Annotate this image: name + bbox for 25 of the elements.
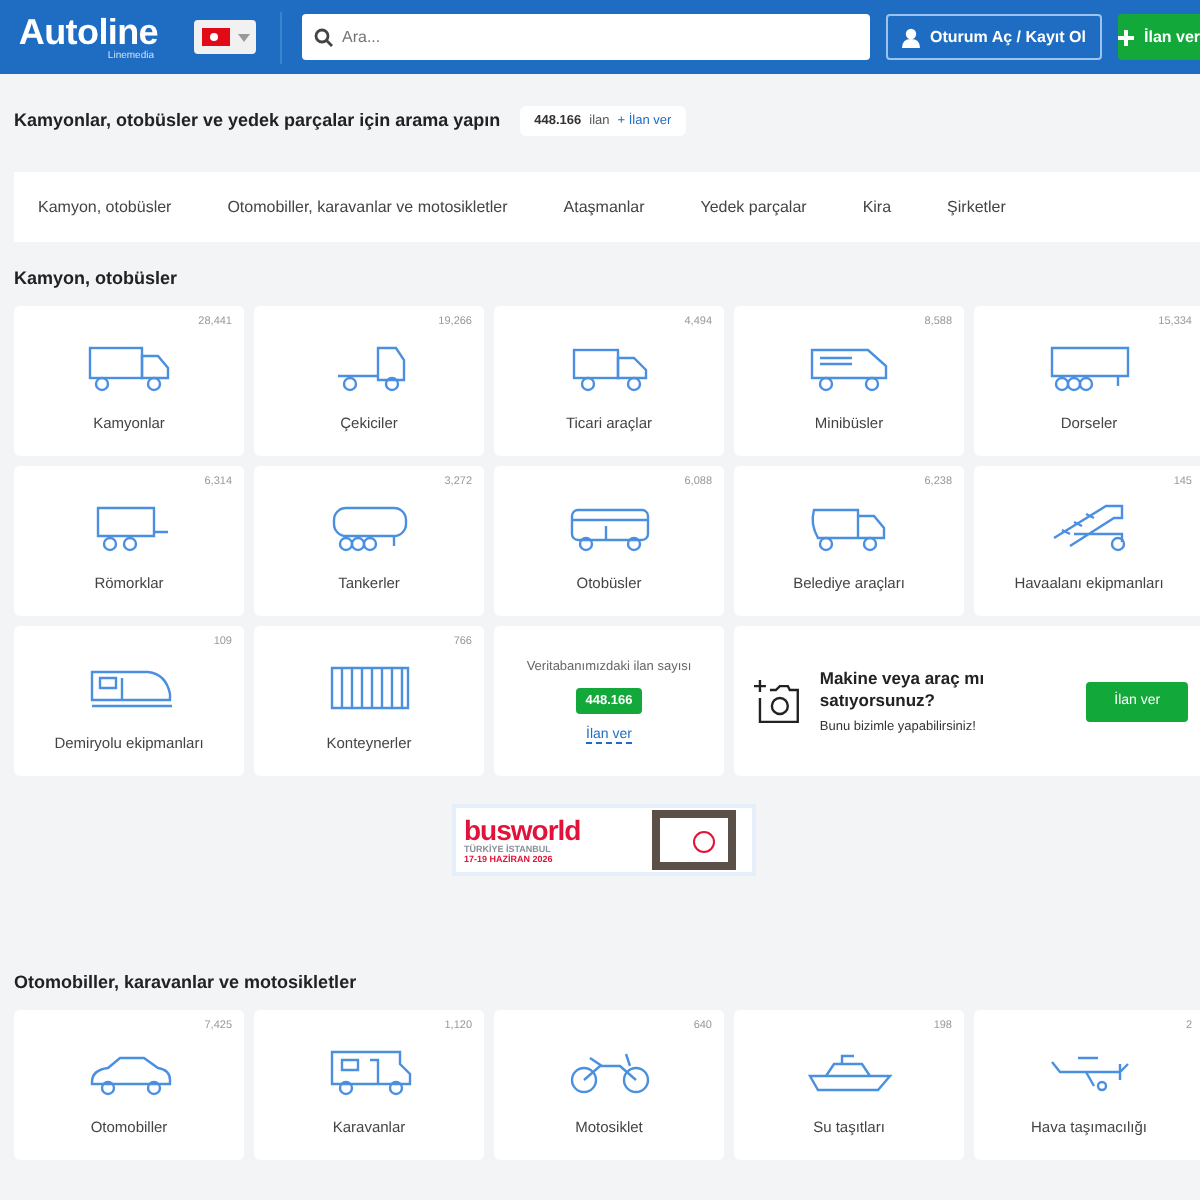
language-selector[interactable] <box>194 20 256 54</box>
caravan-icon <box>325 1046 413 1098</box>
section-heading: Otomobiller, karavanlar ve motosikletler <box>12 970 359 996</box>
search-field[interactable]: Ara... <box>302 14 870 60</box>
flag-icon <box>201 28 229 46</box>
page-heading: Kamyonlar, otobüsler ve yedek parçalar için arama yapın <box>14 110 501 130</box>
nav-tab[interactable]: Şirketler <box>947 198 1006 216</box>
user-icon <box>902 27 921 47</box>
nav-tab[interactable]: Kira <box>862 198 892 216</box>
add-photo-icon <box>752 677 800 725</box>
container-icon <box>325 662 413 714</box>
site-logo[interactable]: Autoline <box>18 13 158 49</box>
plus-icon <box>1118 29 1134 45</box>
semi-trailer-icon <box>1045 342 1133 394</box>
caret-icon <box>237 33 249 41</box>
banner-brand: busworld <box>464 816 581 844</box>
nav-tab[interactable]: Kamyon, otobüsler <box>38 198 172 216</box>
box-truck-icon <box>85 342 173 394</box>
search-icon <box>314 27 334 47</box>
section-heading: Kamyon, otobüsler <box>12 266 180 292</box>
promo-title: Makine veya araç mı satıyorsunuz? <box>819 668 987 712</box>
nav-tab[interactable]: Ataşmanlar <box>563 198 645 216</box>
login-button[interactable]: Oturum Aç / Kayıt Ol <box>886 14 1102 60</box>
nav-tab[interactable]: Yedek parçalar <box>700 198 807 216</box>
nav-tab[interactable]: Otomobiller, karavanlar ve motosikletler <box>227 198 508 216</box>
